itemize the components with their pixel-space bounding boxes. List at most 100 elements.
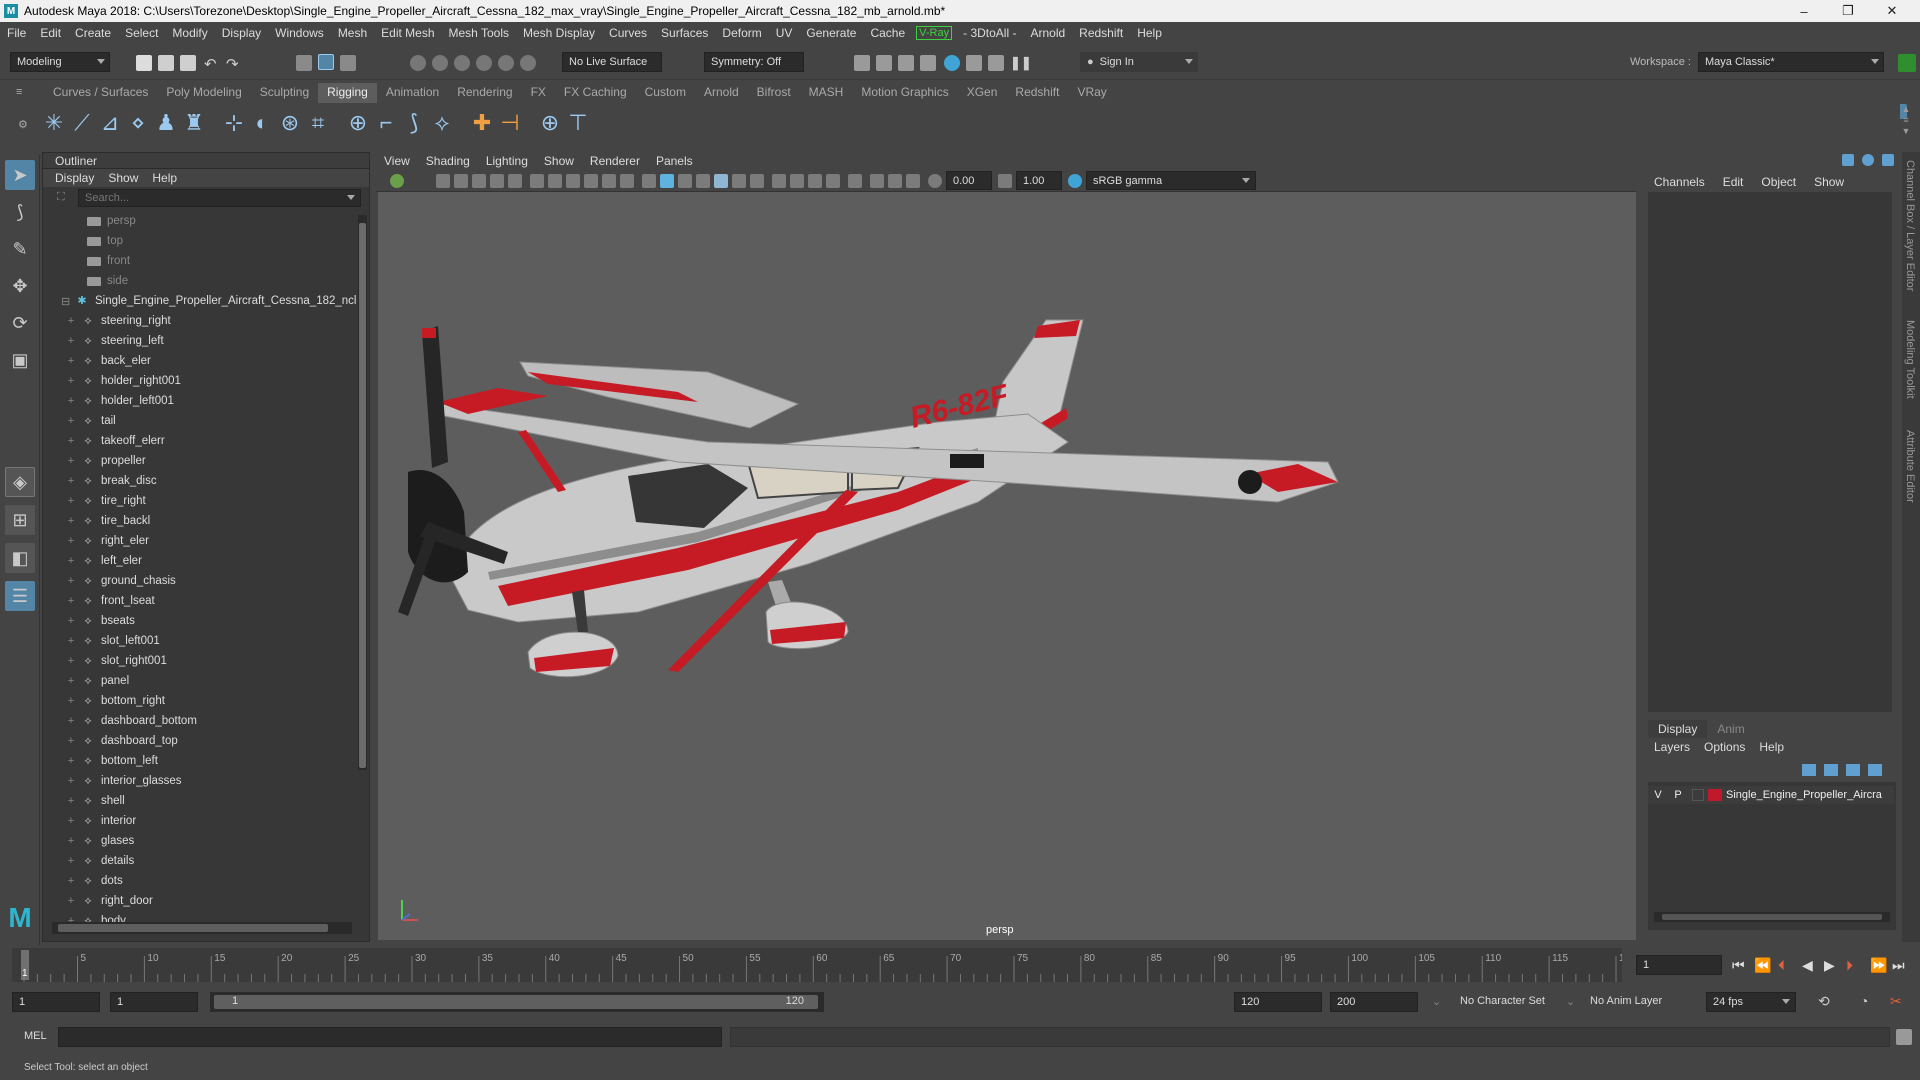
outliner-mesh-item[interactable]: + ⟡ dashboard_top bbox=[43, 731, 369, 751]
expand-icon[interactable]: + bbox=[67, 775, 75, 787]
outliner-mesh-item[interactable]: + ⟡ panel bbox=[43, 671, 369, 691]
outliner-mesh-item[interactable]: + ⟡ bottom_right bbox=[43, 691, 369, 711]
current-frame-field[interactable]: 1 bbox=[1636, 955, 1722, 975]
lasso-tool-icon[interactable]: ⟆ bbox=[5, 197, 35, 227]
shelf-tab-rigging[interactable]: Rigging bbox=[318, 83, 377, 103]
snap-vertex-icon[interactable] bbox=[520, 55, 536, 71]
expand-icon[interactable]: + bbox=[67, 455, 75, 467]
expand-icon[interactable]: + bbox=[67, 395, 75, 407]
outliner-mesh-item[interactable]: + ⟡ details bbox=[43, 851, 369, 871]
isolate-select-icon[interactable] bbox=[848, 174, 862, 188]
screen-space-ao-icon[interactable] bbox=[772, 174, 786, 188]
menu-redshift[interactable]: Redshift bbox=[1072, 26, 1130, 40]
shelf-tab-arnold[interactable]: Arnold bbox=[695, 83, 748, 103]
expand-icon[interactable]: + bbox=[67, 675, 75, 687]
outliner-mesh-item[interactable]: + ⟡ holder_left001 bbox=[43, 391, 369, 411]
menu-edit[interactable]: Edit bbox=[33, 26, 68, 40]
depth-of-field-icon[interactable] bbox=[826, 174, 840, 188]
anim-layer-dropdown[interactable]: No Anim Layer bbox=[1590, 995, 1662, 1007]
xray-active-icon[interactable] bbox=[888, 174, 902, 188]
play-forward-icon[interactable]: ▶ bbox=[1824, 957, 1835, 974]
time-slider-ruler[interactable]: 5 10 15 20 25 30 35 40 45 50 55 60 65 70 75 80 85 90 95 100… bbox=[12, 948, 1636, 982]
shelf-tab-animation[interactable]: Animation bbox=[377, 83, 448, 103]
aircraft-model[interactable]: R6-82F bbox=[378, 192, 1636, 940]
outliner-camera-item[interactable]: front bbox=[43, 251, 369, 271]
grid-icon[interactable] bbox=[530, 174, 544, 188]
script-editor-icon[interactable] bbox=[1896, 1029, 1912, 1045]
layer-color-swatch[interactable] bbox=[1708, 789, 1722, 801]
undo-icon[interactable]: ↶ bbox=[204, 55, 220, 73]
expand-icon[interactable]: + bbox=[67, 815, 75, 827]
wireframe-on-shaded-icon[interactable] bbox=[678, 174, 692, 188]
redo-icon[interactable]: ↷ bbox=[226, 55, 242, 73]
menu-vray[interactable]: V-Ray bbox=[916, 26, 953, 40]
animation-end-field[interactable]: 200 bbox=[1330, 992, 1418, 1012]
outliner-mesh-item[interactable]: + ⟡ takeoff_elerr bbox=[43, 431, 369, 451]
menu-arnold[interactable]: Arnold bbox=[1023, 26, 1072, 40]
menu-edit-mesh[interactable]: Edit Mesh bbox=[374, 26, 441, 40]
menu-generate[interactable]: Generate bbox=[799, 26, 863, 40]
snap-view-icon[interactable] bbox=[476, 55, 492, 71]
expand-icon[interactable]: + bbox=[67, 475, 75, 487]
smooth-shade-icon[interactable] bbox=[660, 174, 674, 188]
grease-pencil-icon[interactable] bbox=[508, 174, 522, 188]
layer-menu-options[interactable]: Options bbox=[1704, 740, 1745, 754]
workspace-dropdown[interactable]: Maya Classic* bbox=[1698, 52, 1884, 72]
range-slider-thumb[interactable]: 1 120 bbox=[214, 995, 818, 1009]
menu-display[interactable]: Display bbox=[215, 26, 268, 40]
menu-curves[interactable]: Curves bbox=[602, 26, 654, 40]
point-constraint-icon[interactable]: ✚ bbox=[468, 109, 496, 137]
perspective-viewport[interactable]: R6-82F persp bbox=[378, 192, 1636, 940]
outliner-mesh-item[interactable]: + ⟡ slot_left001 bbox=[43, 631, 369, 651]
layer-scrollbar[interactable] bbox=[1654, 912, 1890, 922]
insert-joint-icon[interactable]: ⟋ bbox=[68, 109, 96, 137]
outliner-scroll-thumb[interactable] bbox=[359, 223, 366, 768]
paint-select-icon[interactable]: ✎ bbox=[5, 234, 35, 264]
outliner-mesh-item[interactable]: + ⟡ left_eler bbox=[43, 551, 369, 571]
render-view-icon[interactable] bbox=[854, 55, 870, 71]
snap-curve-icon[interactable] bbox=[432, 55, 448, 71]
outliner-menu-show[interactable]: Show bbox=[108, 169, 138, 187]
color-management-icon[interactable] bbox=[1068, 174, 1082, 188]
wireframe-icon[interactable] bbox=[642, 174, 656, 188]
attribute-editor-side-tab[interactable]: Attribute Editor bbox=[1904, 430, 1916, 503]
menu-mesh-display[interactable]: Mesh Display bbox=[516, 26, 602, 40]
outliner-menu-display[interactable]: Display bbox=[55, 169, 94, 187]
anti-aliasing-icon[interactable] bbox=[808, 174, 822, 188]
layer-scroll-thumb[interactable] bbox=[1662, 914, 1882, 920]
outliner-group-item[interactable]: ⊟ ✱ Single_Engine_Propeller_Aircraft_Cessn… bbox=[43, 291, 369, 311]
outliner-mesh-item[interactable]: + ⟡ tail bbox=[43, 411, 369, 431]
select-tool-icon[interactable]: ➤ bbox=[5, 160, 35, 190]
shelf-menu-icon[interactable]: ≡ bbox=[16, 86, 28, 100]
menu-cache[interactable]: Cache bbox=[863, 26, 912, 40]
outliner-mesh-item[interactable]: + ⟡ back_eler bbox=[43, 351, 369, 371]
viewport-menu-lighting[interactable]: Lighting bbox=[478, 154, 536, 168]
channel-menu-channels[interactable]: Channels bbox=[1654, 175, 1705, 189]
expand-icon[interactable]: + bbox=[67, 375, 75, 387]
2d-pan-zoom-icon[interactable] bbox=[490, 174, 504, 188]
shelf-tab-curves-surfaces[interactable]: Curves / Surfaces bbox=[44, 83, 157, 103]
ik-spline-icon[interactable]: ⟆ bbox=[400, 109, 428, 137]
channel-menu-show[interactable]: Show bbox=[1814, 175, 1844, 189]
shadows-icon[interactable] bbox=[750, 174, 764, 188]
outliner-mesh-item[interactable]: + ⟡ tire_right bbox=[43, 491, 369, 511]
outliner-mesh-item[interactable]: + ⟡ steering_right bbox=[43, 311, 369, 331]
expand-icon[interactable]: + bbox=[67, 415, 75, 427]
modeling-toolkit-side-tab[interactable]: Modeling Toolkit bbox=[1904, 320, 1916, 399]
mel-label[interactable]: MEL bbox=[24, 1030, 47, 1042]
outliner-mesh-item[interactable]: + ⟡ glases bbox=[43, 831, 369, 851]
menu-help[interactable]: Help bbox=[1130, 26, 1169, 40]
animation-start-field[interactable]: 1 bbox=[12, 992, 100, 1012]
outliner-mesh-item[interactable]: + ⟡ right_eler bbox=[43, 531, 369, 551]
aim-constraint-icon[interactable]: ⊣ bbox=[496, 109, 524, 137]
outliner-mesh-item[interactable]: + ⟡ interior_glasses bbox=[43, 771, 369, 791]
menu-set-dropdown[interactable]: Modeling bbox=[10, 52, 110, 72]
viewport-menu-panels[interactable]: Panels bbox=[648, 154, 701, 168]
backface-culling-icon[interactable] bbox=[906, 174, 920, 188]
tool-settings-icon[interactable] bbox=[1882, 154, 1894, 166]
outliner-mesh-item[interactable]: + ⟡ dots bbox=[43, 871, 369, 891]
humanik-icon[interactable]: ♜ bbox=[180, 109, 208, 137]
animation-preferences-icon[interactable]: ✂ bbox=[1890, 993, 1902, 1010]
bookmarks-icon[interactable] bbox=[454, 174, 468, 188]
expand-icon[interactable]: + bbox=[67, 595, 75, 607]
